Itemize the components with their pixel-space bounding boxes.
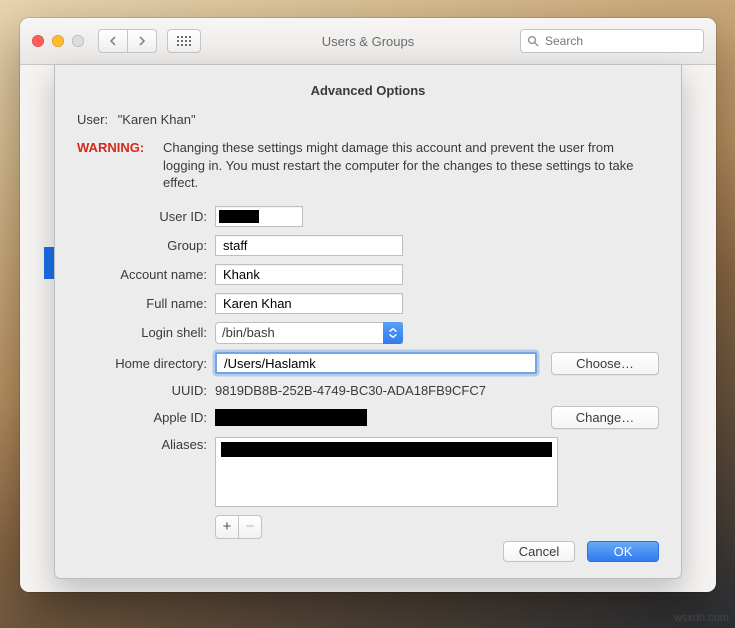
back-button[interactable] xyxy=(98,29,128,53)
full-name-field[interactable] xyxy=(215,293,403,314)
login-shell-label: Login shell: xyxy=(77,325,215,340)
user-id-field[interactable] xyxy=(215,206,303,227)
account-name-field[interactable] xyxy=(215,264,403,285)
account-name-input[interactable] xyxy=(221,266,397,283)
user-line: User: "Karen Khan" xyxy=(77,112,659,127)
advanced-options-sheet: Advanced Options User: "Karen Khan" WARN… xyxy=(54,65,682,579)
show-all-button[interactable] xyxy=(167,29,201,53)
user-value: "Karen Khan" xyxy=(118,112,196,127)
window-controls xyxy=(32,35,84,47)
home-dir-field[interactable] xyxy=(215,352,537,374)
home-dir-input[interactable] xyxy=(222,355,530,372)
uuid-label: UUID: xyxy=(77,383,215,398)
search-field-wrap[interactable] xyxy=(520,29,704,53)
user-id-input[interactable] xyxy=(221,208,297,225)
sheet-title: Advanced Options xyxy=(77,83,659,98)
remove-alias-button[interactable]: − xyxy=(239,515,262,539)
account-name-label: Account name: xyxy=(77,267,215,282)
nav-group xyxy=(98,29,157,53)
zoom-window-button[interactable] xyxy=(72,35,84,47)
desktop-background: Users & Groups Advanced Options User: "K… xyxy=(0,0,735,628)
sheet-footer: Cancel OK xyxy=(503,541,659,562)
warning-block: WARNING: Changing these settings might d… xyxy=(77,139,659,192)
full-name-input[interactable] xyxy=(221,295,397,312)
watermark: wsxdn.com xyxy=(674,612,729,624)
uuid-value: 9819DB8B-252B-4749-BC30-ADA18FB9CFC7 xyxy=(215,383,486,398)
window-body: Advanced Options User: "Karen Khan" WARN… xyxy=(20,65,716,593)
login-shell-value: /bin/bash xyxy=(222,325,275,340)
group-input[interactable] xyxy=(221,237,397,254)
alias-add-remove: + − xyxy=(215,515,659,539)
full-name-label: Full name: xyxy=(77,296,215,311)
minimize-window-button[interactable] xyxy=(52,35,64,47)
change-button[interactable]: Change… xyxy=(551,406,659,429)
forward-button[interactable] xyxy=(128,29,157,53)
user-label: User: xyxy=(77,112,108,127)
warning-label: WARNING: xyxy=(77,139,163,192)
choose-button[interactable]: Choose… xyxy=(551,352,659,375)
add-alias-button[interactable]: + xyxy=(215,515,239,539)
user-id-label: User ID: xyxy=(77,209,215,224)
search-input[interactable] xyxy=(543,33,697,49)
group-field[interactable] xyxy=(215,235,403,256)
select-arrow-icon xyxy=(383,322,403,344)
ok-button[interactable]: OK xyxy=(587,541,659,562)
login-shell-select[interactable]: /bin/bash xyxy=(215,322,403,344)
close-window-button[interactable] xyxy=(32,35,44,47)
alias-item-redacted[interactable] xyxy=(221,442,552,457)
apple-id-value-redacted xyxy=(215,409,367,426)
group-label: Group: xyxy=(77,238,215,253)
cancel-button[interactable]: Cancel xyxy=(503,541,575,562)
aliases-label: Aliases: xyxy=(77,437,215,452)
search-icon xyxy=(527,35,539,47)
window-titlebar: Users & Groups xyxy=(20,18,716,65)
warning-text: Changing these settings might damage thi… xyxy=(163,139,659,192)
aliases-list[interactable] xyxy=(215,437,558,507)
preferences-window: Users & Groups Advanced Options User: "K… xyxy=(20,18,716,592)
home-dir-label: Home directory: xyxy=(77,356,215,371)
apple-id-label: Apple ID: xyxy=(77,410,215,425)
